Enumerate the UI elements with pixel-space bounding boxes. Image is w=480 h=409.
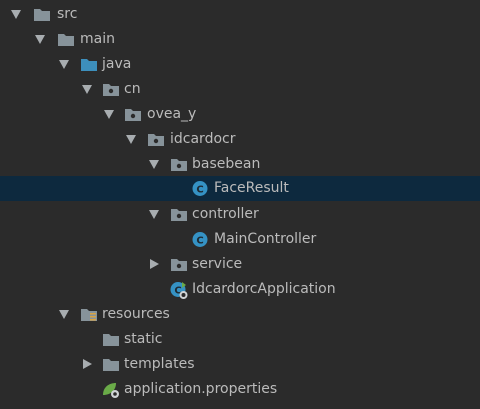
tree-node-java[interactable]: java — [0, 52, 480, 77]
tree-node-controller[interactable]: controller — [0, 202, 480, 227]
tree-node-resources[interactable]: resources — [0, 302, 480, 327]
tree-node-faceresult[interactable]: C FaceResult — [0, 176, 480, 201]
svg-text:C: C — [196, 185, 203, 196]
tree-node-label: main — [80, 31, 115, 47]
tree-node-label: templates — [124, 356, 195, 372]
package-icon — [124, 106, 142, 123]
tree-node-cn[interactable]: cn — [0, 77, 480, 102]
package-icon — [102, 81, 120, 98]
folder-icon — [102, 356, 120, 373]
tree-node-templates[interactable]: templates — [0, 352, 480, 377]
tree-node-label: ovea_y — [147, 106, 197, 122]
project-tree: src main java cn ovea_y idcardocr basebe… — [0, 0, 480, 409]
tree-node-application-properties[interactable]: application.properties — [0, 377, 480, 402]
package-icon — [170, 156, 188, 173]
collapse-arrow-icon[interactable] — [80, 352, 94, 377]
package-icon — [170, 206, 188, 223]
expand-arrow-icon[interactable] — [57, 52, 71, 77]
expand-arrow-icon[interactable] — [147, 202, 161, 227]
tree-node-basebean[interactable]: basebean — [0, 152, 480, 177]
tree-node-main[interactable]: main — [0, 27, 480, 52]
source-folder-icon — [80, 56, 98, 73]
tree-node-label: cn — [124, 81, 141, 97]
tree-node-label: application.properties — [124, 381, 278, 397]
tree-node-src[interactable]: src — [0, 2, 480, 27]
svg-text:C: C — [196, 236, 203, 247]
tree-node-partial[interactable] — [0, 402, 480, 409]
package-icon — [147, 131, 165, 148]
tree-node-label: idcardocr — [170, 131, 236, 147]
expand-arrow-icon[interactable] — [80, 77, 94, 102]
folder-icon — [33, 6, 51, 23]
tree-node-idcardocr[interactable]: idcardocr — [0, 127, 480, 152]
tree-node-label: static — [124, 331, 163, 347]
tree-node-idcardorcapplication[interactable]: C IdcardorcApplication — [0, 277, 480, 302]
package-icon — [170, 256, 188, 273]
tree-node-label: src — [57, 6, 78, 22]
folder-icon — [102, 331, 120, 348]
collapse-arrow-icon[interactable] — [147, 252, 161, 277]
expand-arrow-icon[interactable] — [9, 2, 23, 27]
expand-arrow-icon[interactable] — [102, 102, 116, 127]
tree-node-label: FaceResult — [214, 180, 289, 196]
spring-class-icon: C — [169, 281, 188, 299]
class-icon: C — [191, 180, 209, 197]
resources-folder-icon — [80, 306, 98, 323]
tree-node-label: resources — [102, 306, 170, 322]
tree-node-ovea-y[interactable]: ovea_y — [0, 102, 480, 127]
expand-arrow-icon[interactable] — [33, 402, 47, 409]
tree-node-static[interactable]: static — [0, 327, 480, 352]
tree-node-maincontroller[interactable]: C MainController — [0, 227, 480, 252]
expand-arrow-icon[interactable] — [147, 152, 161, 177]
expand-arrow-icon[interactable] — [33, 27, 47, 52]
tree-node-label: MainController — [214, 231, 317, 247]
folder-icon — [57, 31, 75, 48]
tree-node-label: basebean — [192, 156, 261, 172]
expand-arrow-icon[interactable] — [124, 127, 138, 152]
tree-node-label: service — [192, 256, 243, 272]
class-icon: C — [191, 231, 209, 248]
spring-properties-icon — [101, 381, 119, 398]
tree-node-label: java — [102, 56, 132, 72]
tree-node-label: IdcardorcApplication — [192, 281, 336, 297]
tree-node-label: controller — [192, 206, 259, 222]
expand-arrow-icon[interactable] — [57, 302, 71, 327]
tree-node-service[interactable]: service — [0, 252, 480, 277]
